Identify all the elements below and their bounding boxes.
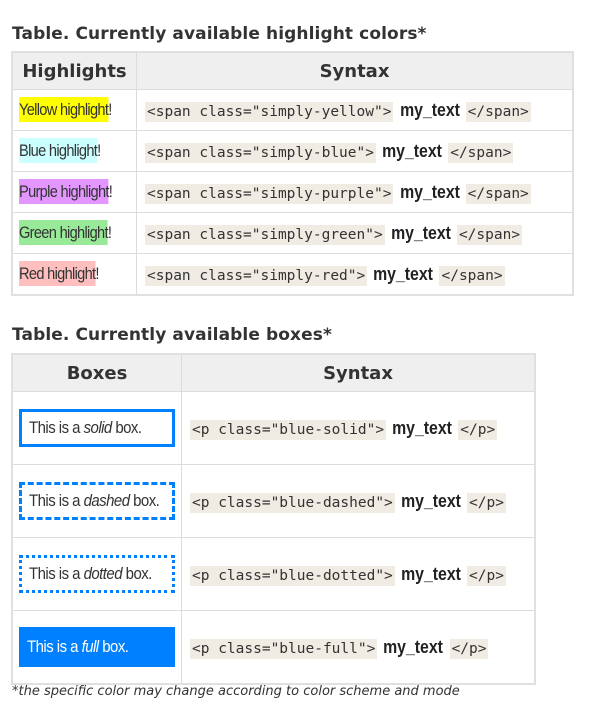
content-placeholder: my_text: [399, 99, 460, 120]
footnote: *the specific color may change according…: [12, 684, 460, 699]
box-text-suffix: box.: [98, 637, 129, 656]
content-placeholder: my_text: [382, 140, 443, 161]
code-open-tag: <span class="simply-red">: [145, 265, 368, 286]
box-text-suffix: box.: [111, 418, 142, 437]
box-text-prefix: This is a: [27, 637, 82, 656]
box-example-cell: This is a dotted box.: [11, 537, 182, 611]
exclamation: !: [97, 141, 101, 160]
box-style-word: dotted: [83, 564, 123, 583]
content-placeholder: my_text: [400, 563, 461, 584]
box-text-prefix: This is a: [29, 491, 84, 510]
code-close-tag: </span>: [465, 183, 531, 204]
column-header-syntax: Syntax: [181, 353, 536, 392]
content-placeholder: my_text: [390, 222, 451, 243]
syntax-cell: <span class="simply-purple"> my_text </s…: [136, 171, 574, 213]
code-open-tag: <span class="simply-green">: [145, 224, 385, 245]
table-row: Yellow highlight! <span class="simply-ye…: [11, 89, 574, 131]
highlight-example-cell: Blue highlight!: [11, 130, 137, 172]
box-text-prefix: This is a: [29, 418, 84, 437]
table-row: This is a solid box. <p class="blue-soli…: [11, 391, 536, 465]
table-row: This is a dotted box. <p class="blue-dot…: [11, 537, 536, 611]
highlight-sample-blue: Blue highlight: [19, 138, 98, 163]
code-close-tag: </span>: [439, 265, 505, 286]
syntax-cell: <span class="simply-green"> my_text </sp…: [136, 212, 574, 254]
code-close-tag: </p>: [458, 419, 498, 440]
box-style-word: solid: [83, 418, 113, 437]
table-header-row: Boxes Syntax: [11, 353, 536, 392]
code-open-tag: <p class="blue-dotted">: [190, 565, 395, 586]
highlight-example-cell: Yellow highlight!: [11, 89, 137, 131]
syntax-cell: <span class="simply-red"> my_text </span…: [136, 253, 574, 296]
code-close-tag: </p>: [467, 565, 506, 586]
content-placeholder: my_text: [373, 263, 434, 284]
content-placeholder: my_text: [392, 417, 453, 438]
table-header-row: Highlights Syntax: [11, 51, 574, 90]
solid-box-sample: This is a solid box.: [19, 409, 175, 447]
column-header-syntax: Syntax: [136, 51, 574, 90]
exclamation: !: [108, 182, 113, 201]
box-example-cell: This is a full box.: [11, 610, 182, 685]
code-open-tag: <p class="blue-solid">: [190, 419, 387, 440]
content-placeholder: my_text: [400, 490, 461, 511]
highlight-example-cell: Green highlight!: [11, 212, 137, 254]
box-style-word: full: [81, 637, 100, 656]
box-style-word: dashed: [83, 491, 130, 510]
highlights-table: Highlights Syntax Yellow highlight! <spa…: [11, 51, 574, 296]
highlight-sample-purple: Purple highlight: [19, 179, 109, 204]
syntax-cell: <p class="blue-dashed"> my_text </p>: [181, 464, 536, 538]
highlight-example-cell: Purple highlight!: [11, 171, 137, 213]
table-row: This is a full box. <p class="blue-full"…: [11, 610, 536, 685]
highlights-table-caption: Table. Currently available highlight col…: [12, 24, 427, 44]
box-text-suffix: box.: [129, 491, 160, 510]
exclamation: !: [107, 223, 112, 242]
boxes-table-caption: Table. Currently available boxes*: [12, 325, 332, 345]
exclamation: !: [95, 264, 99, 283]
code-open-tag: <span class="simply-purple">: [145, 183, 394, 204]
exclamation: !: [108, 100, 112, 119]
table-row: Purple highlight! <span class="simply-pu…: [11, 171, 574, 213]
table-row: This is a dashed box. <p class="blue-das…: [11, 464, 536, 538]
table-row: Blue highlight! <span class="simply-blue…: [11, 130, 574, 172]
content-placeholder: my_text: [383, 636, 444, 657]
box-text-prefix: This is a: [29, 564, 84, 583]
highlight-example-cell: Red highlight!: [11, 253, 137, 296]
code-open-tag: <p class="blue-full">: [190, 638, 378, 659]
content-placeholder: my_text: [399, 181, 460, 202]
syntax-cell: <p class="blue-dotted"> my_text </p>: [181, 537, 536, 611]
syntax-cell: <p class="blue-solid"> my_text </p>: [181, 391, 536, 465]
code-open-tag: <span class="simply-yellow">: [145, 101, 394, 122]
syntax-cell: <span class="simply-blue"> my_text </spa…: [136, 130, 574, 172]
highlight-sample-yellow: Yellow highlight: [19, 97, 109, 122]
boxes-table: Boxes Syntax This is a solid box. <p cla…: [11, 353, 536, 685]
full-box-sample: This is a full box.: [19, 627, 175, 667]
table-row: Green highlight! <span class="simply-gre…: [11, 212, 574, 254]
column-header-highlights: Highlights: [11, 51, 137, 90]
code-close-tag: </span>: [465, 101, 531, 122]
code-close-tag: </span>: [448, 142, 514, 163]
syntax-cell: <p class="blue-full"> my_text </p>: [181, 610, 536, 685]
dashed-box-sample: This is a dashed box.: [19, 482, 175, 520]
dotted-box-sample: This is a dotted box.: [19, 555, 175, 593]
syntax-cell: <span class="simply-yellow"> my_text </s…: [136, 89, 574, 131]
table-row: Red highlight! <span class="simply-red">…: [11, 253, 574, 296]
highlight-sample-red: Red highlight: [19, 261, 96, 286]
code-open-tag: <p class="blue-dashed">: [190, 492, 395, 513]
column-header-boxes: Boxes: [11, 353, 182, 392]
box-text-suffix: box.: [122, 564, 153, 583]
code-open-tag: <span class="simply-blue">: [145, 142, 376, 163]
code-close-tag: </p>: [449, 638, 489, 659]
box-example-cell: This is a dashed box.: [11, 464, 182, 538]
highlight-sample-green: Green highlight: [19, 220, 109, 245]
code-close-tag: </span>: [456, 224, 523, 245]
code-close-tag: </p>: [467, 492, 506, 513]
box-example-cell: This is a solid box.: [11, 391, 182, 465]
